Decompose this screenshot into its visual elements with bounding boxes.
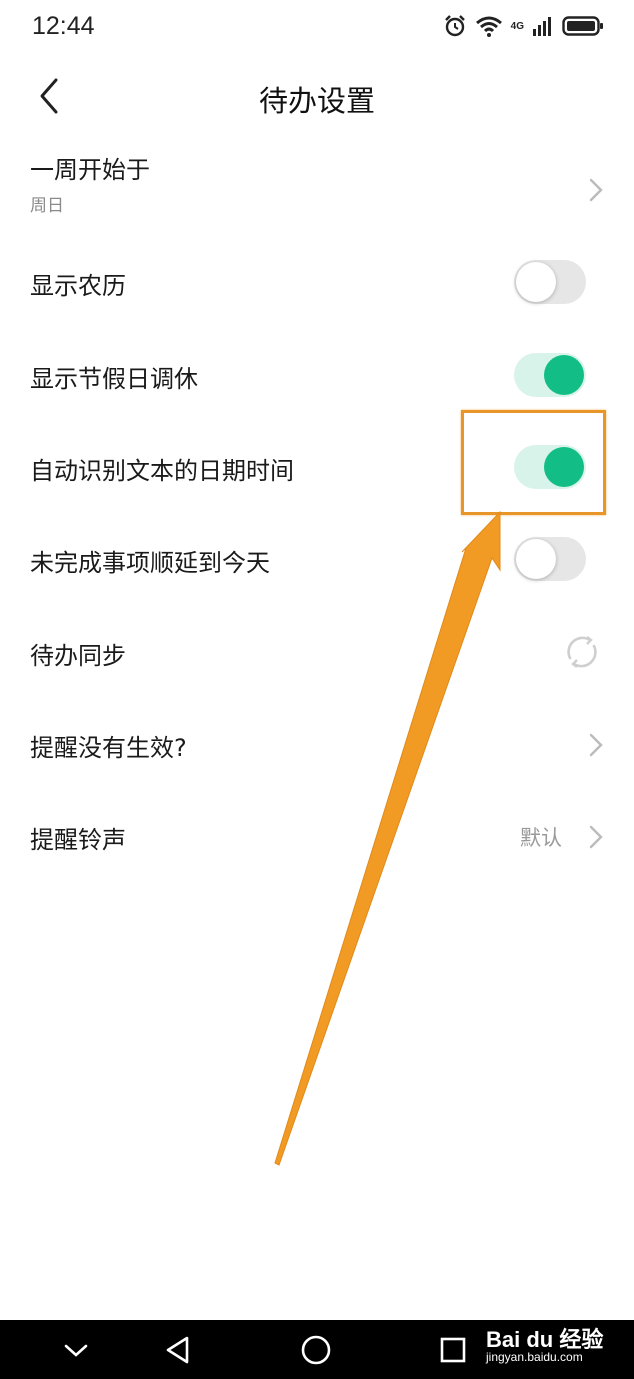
status-time: 12:44: [32, 12, 95, 40]
toggle-knob: [544, 355, 584, 395]
setting-value: 默认: [520, 826, 562, 850]
page-title: 待办设置: [258, 84, 375, 118]
setting-ringtone[interactable]: 提醒铃声 默认: [0, 790, 634, 882]
header: 待办设置: [0, 60, 634, 134]
postpone-toggle[interactable]: [514, 537, 586, 581]
sync-icon[interactable]: [562, 632, 602, 672]
chevron-right-icon: [589, 178, 603, 202]
setting-sync[interactable]: 待办同步: [0, 606, 634, 698]
setting-holiday: 显示节假日调休: [0, 329, 634, 421]
watermark-url: jingyan.baidu.com: [486, 1350, 583, 1364]
setting-title: 显示农历: [30, 272, 126, 300]
chevron-right-icon: [589, 825, 603, 849]
setting-postpone: 未完成事项顺延到今天: [0, 513, 634, 605]
toggle-knob: [516, 262, 556, 302]
setting-title: 一周开始于: [30, 156, 150, 184]
setting-title: 未完成事项顺延到今天: [30, 549, 270, 577]
setting-reminder-issue[interactable]: 提醒没有生效?: [0, 698, 634, 790]
recents-square-icon[interactable]: [435, 1332, 471, 1368]
setting-lunar: 显示农历: [0, 236, 634, 328]
holiday-toggle[interactable]: [514, 353, 586, 397]
lunar-toggle[interactable]: [514, 260, 586, 304]
setting-value: 周日: [30, 196, 64, 216]
collapse-down-icon[interactable]: [58, 1332, 94, 1368]
setting-title: 提醒没有生效?: [30, 734, 187, 762]
network-label: 4G: [510, 20, 524, 32]
alarm-icon: [444, 15, 465, 37]
setting-week-start[interactable]: 一周开始于 周日: [0, 140, 634, 226]
wifi-icon: [475, 16, 502, 37]
battery-icon: [562, 16, 603, 36]
status-bar: 12:44 4G: [0, 0, 634, 56]
back-triangle-icon[interactable]: [160, 1332, 196, 1368]
setting-title: 待办同步: [30, 642, 126, 670]
chevron-right-icon: [589, 733, 603, 757]
annotation-highlight-box: [461, 410, 606, 515]
setting-title: 显示节假日调休: [30, 365, 198, 393]
signal-icon: [533, 17, 551, 36]
setting-title: 自动识别文本的日期时间: [30, 457, 294, 485]
status-icons: 4G: [443, 14, 604, 38]
watermark: Bai du 经验 jingyan.baidu.com: [486, 1322, 606, 1368]
setting-title: 提醒铃声: [30, 826, 126, 854]
toggle-knob: [516, 539, 556, 579]
home-circle-icon[interactable]: [298, 1332, 334, 1368]
